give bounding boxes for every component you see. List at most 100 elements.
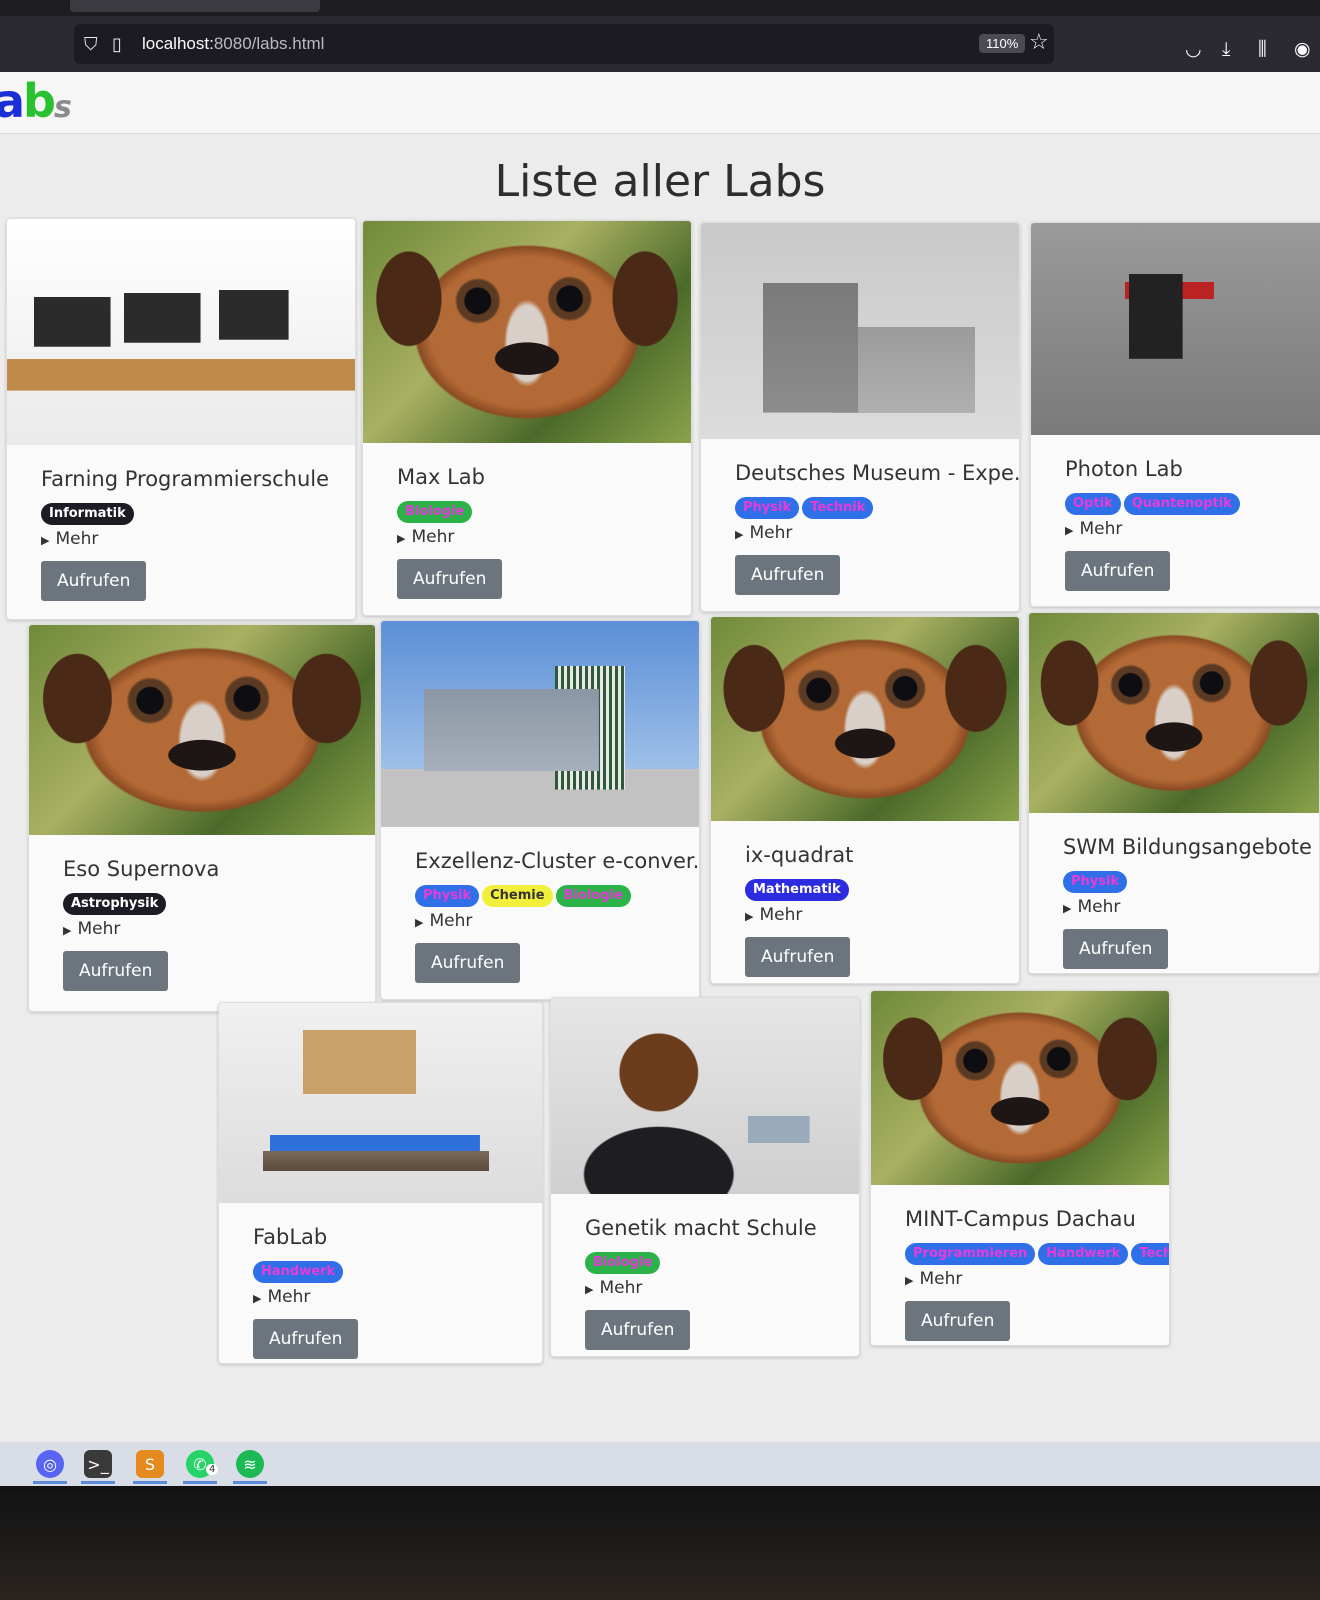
lab-tags: Astrophysik: [63, 893, 375, 915]
lab-title: ix-quadrat: [745, 843, 854, 867]
site-navbar: abs: [0, 72, 1320, 134]
site-logo[interactable]: abs: [0, 74, 72, 128]
open-lab-button[interactable]: Aufrufen: [1063, 929, 1169, 969]
more-details-toggle[interactable]: ▶ Mehr: [397, 527, 691, 547]
more-details-toggle[interactable]: ▶ Mehr: [905, 1269, 1169, 1289]
lab-image: [551, 998, 859, 1194]
url-text[interactable]: localhost:8080/labs.html: [142, 34, 324, 54]
pocket-icon[interactable]: ◡: [1185, 38, 1202, 60]
shield-icon[interactable]: ⛉: [84, 34, 98, 55]
more-label: Mehr: [267, 1287, 311, 1307]
lab-tags: Physik Technik: [735, 497, 1019, 519]
subject-tag: Biologie: [555, 885, 631, 907]
more-details-toggle[interactable]: ▶ Mehr: [415, 911, 699, 931]
disclosure-triangle-icon: ▶: [1065, 524, 1074, 537]
address-bar[interactable]: ⛉ ▯ localhost:8080/labs.html 110% ☆: [74, 24, 1054, 64]
open-lab-button[interactable]: Aufrufen: [585, 1310, 691, 1350]
browser-tab[interactable]: [70, 0, 320, 12]
lab-card-body: Photon Lab Optik Quantenoptik ▶ Mehr Aufrufen: [1031, 457, 1320, 591]
disclosure-triangle-icon: ▶: [397, 532, 406, 545]
open-lab-button[interactable]: Aufrufen: [253, 1319, 359, 1359]
lab-title: Max Lab: [397, 465, 485, 489]
subject-tag: Biologie: [585, 1252, 661, 1274]
lab-title: Deutsches Museum - Expe...: [735, 461, 1020, 485]
lab-tags: Informatik: [41, 503, 355, 525]
lab-card-body: ix-quadrat Mathematik ▶ Mehr Aufrufen: [711, 843, 1019, 977]
more-label: Mehr: [919, 1269, 963, 1289]
subject-tag: Physik: [1063, 871, 1128, 893]
subject-tag: Technik: [802, 497, 874, 519]
subject-tag: Quantenoptik: [1123, 493, 1240, 515]
disclosure-triangle-icon: ▶: [253, 1292, 262, 1305]
lab-card: FabLab Handwerk ▶ Mehr Aufrufen: [218, 1002, 543, 1364]
more-details-toggle[interactable]: ▶ Mehr: [253, 1287, 542, 1307]
lab-card-body: Eso Supernova Astrophysik ▶ Mehr Aufrufen: [29, 857, 375, 991]
subject-tag: Physik: [735, 497, 800, 519]
lab-card-body: SWM Bildungsangebote Physik ▶ Mehr Aufrufen: [1029, 835, 1319, 969]
spotify-icon[interactable]: ≋: [236, 1450, 264, 1478]
lab-title: Genetik macht Schule: [585, 1216, 817, 1240]
subject-tag: Programmieren: [905, 1243, 1036, 1265]
more-label: Mehr: [429, 911, 473, 931]
sublime-text-icon[interactable]: S: [136, 1450, 164, 1478]
lab-tags: Biologie: [585, 1252, 859, 1274]
lab-image: [701, 223, 1019, 439]
bookmark-star-icon[interactable]: ☆: [1029, 30, 1049, 55]
zoom-level-badge[interactable]: 110%: [979, 34, 1026, 53]
disclosure-triangle-icon: ▶: [735, 528, 744, 541]
lab-title: MINT-Campus Dachau: [905, 1207, 1136, 1231]
lab-card: Farning Programmierschule Informatik ▶ Mehr…: [6, 218, 356, 620]
lab-title: Exzellenz-Cluster e-conver...: [415, 849, 700, 873]
lab-image: [711, 617, 1019, 821]
open-lab-button[interactable]: Aufrufen: [735, 555, 841, 595]
lab-card-body: Max Lab Biologie ▶ Mehr Aufrufen: [363, 465, 691, 599]
lab-image: [381, 621, 699, 827]
lab-card: Max Lab Biologie ▶ Mehr Aufrufen: [362, 220, 692, 616]
more-label: Mehr: [759, 905, 803, 925]
lab-image: [219, 1003, 542, 1203]
more-label: Mehr: [749, 523, 793, 543]
more-label: Mehr: [411, 527, 455, 547]
lab-card-body: Deutsches Museum - Expe... Physik Technik ▶…: [701, 461, 1019, 595]
more-details-toggle[interactable]: ▶ Mehr: [41, 529, 355, 549]
terminal-icon[interactable]: >_: [84, 1450, 112, 1478]
lab-image: [7, 219, 355, 445]
lab-tags: Handwerk: [253, 1261, 542, 1283]
lab-title: Farning Programmierschule: [41, 467, 330, 491]
discord-icon[interactable]: ◎: [36, 1450, 64, 1478]
library-icon[interactable]: ⫼: [1258, 38, 1267, 60]
disclosure-triangle-icon: ▶: [63, 924, 72, 937]
lab-card-body: Farning Programmierschule Informatik ▶ Mehr…: [7, 467, 355, 601]
more-details-toggle[interactable]: ▶ Mehr: [63, 919, 375, 939]
open-lab-button[interactable]: Aufrufen: [41, 561, 147, 601]
open-lab-button[interactable]: Aufrufen: [905, 1301, 1011, 1341]
lab-card: Photon Lab Optik Quantenoptik ▶ Mehr Aufrufen: [1030, 222, 1320, 607]
open-lab-button[interactable]: Aufrufen: [745, 937, 851, 977]
lab-card: MINT-Campus Dachau Programmieren Handwerk T…: [870, 990, 1170, 1346]
lab-image: [29, 625, 375, 835]
more-label: Mehr: [55, 529, 99, 549]
more-label: Mehr: [1079, 519, 1123, 539]
lab-card-body: FabLab Handwerk ▶ Mehr Aufrufen: [219, 1225, 542, 1359]
lab-card: Genetik macht Schule Biologie ▶ Mehr Aufrufe…: [550, 997, 860, 1357]
lab-image: [1031, 223, 1320, 435]
lab-card: ix-quadrat Mathematik ▶ Mehr Aufrufen: [710, 616, 1020, 984]
open-lab-button[interactable]: Aufrufen: [415, 943, 521, 983]
more-label: Mehr: [77, 919, 121, 939]
subject-tag: Informatik: [41, 503, 134, 525]
tab-strip: [0, 0, 1320, 16]
more-details-toggle[interactable]: ▶ Mehr: [745, 905, 1019, 925]
open-lab-button[interactable]: Aufrufen: [63, 951, 169, 991]
account-icon[interactable]: ◉: [1294, 38, 1311, 60]
open-lab-button[interactable]: Aufrufen: [1065, 551, 1171, 591]
disclosure-triangle-icon: ▶: [415, 916, 424, 929]
web-page: abs Liste aller Labs Farning Programmier…: [0, 72, 1320, 1442]
open-lab-button[interactable]: Aufrufen: [397, 559, 503, 599]
disclosure-triangle-icon: ▶: [41, 534, 50, 547]
download-icon[interactable]: ⤓: [1222, 38, 1230, 60]
lab-card-body: Genetik macht Schule Biologie ▶ Mehr Aufrufe…: [551, 1216, 859, 1350]
more-details-toggle[interactable]: ▶ Mehr: [585, 1278, 859, 1298]
more-details-toggle[interactable]: ▶ Mehr: [1065, 519, 1320, 539]
more-details-toggle[interactable]: ▶ Mehr: [1063, 897, 1319, 917]
more-details-toggle[interactable]: ▶ Mehr: [735, 523, 1019, 543]
